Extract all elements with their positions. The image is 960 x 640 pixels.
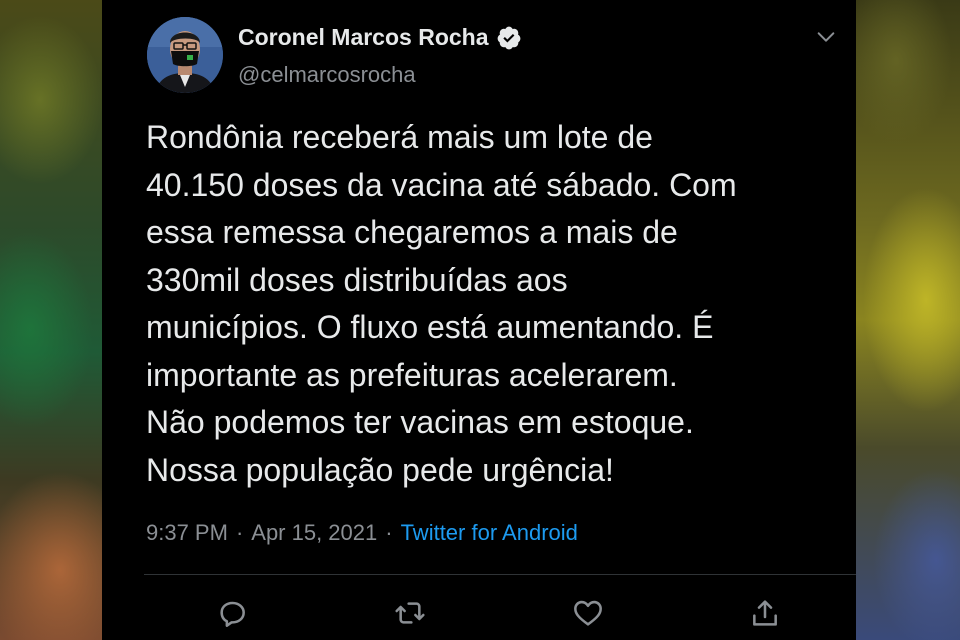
reply-icon: [220, 601, 245, 627]
blurred-background-left: [0, 0, 102, 640]
separator: ·: [385, 520, 393, 545]
share-button[interactable]: [748, 596, 782, 630]
tweet-time[interactable]: 9:37 PM: [146, 520, 228, 546]
retweet-button[interactable]: [393, 596, 427, 630]
tweet-card: Coronel Marcos Rocha @celmarcosrocha Ron…: [102, 0, 856, 640]
verified-badge-icon: [497, 26, 520, 49]
heart-icon: [574, 600, 602, 626]
retweet-icon: [395, 602, 425, 624]
divider: [144, 574, 856, 575]
author-row: Coronel Marcos Rocha: [238, 24, 522, 51]
tweet-meta: 9:37 PM · Apr 15, 2021 · Twitter for And…: [146, 520, 578, 546]
tweet-date[interactable]: Apr 15, 2021: [251, 520, 377, 546]
like-button[interactable]: [571, 596, 605, 630]
blurred-background-right: [856, 0, 960, 640]
reply-button[interactable]: [216, 596, 250, 630]
author-name[interactable]: Coronel Marcos Rocha: [238, 24, 489, 51]
avatar-image: [147, 17, 223, 93]
share-icon: [753, 600, 777, 626]
tweet-text: Rondônia receberá mais um lote de 40.150…: [146, 119, 737, 488]
chevron-down-icon[interactable]: [815, 26, 837, 48]
separator: ·: [235, 520, 244, 545]
avatar[interactable]: [147, 17, 223, 93]
author-handle[interactable]: @celmarcosrocha: [238, 62, 416, 88]
tweet-source-link[interactable]: Twitter for Android: [401, 520, 578, 546]
